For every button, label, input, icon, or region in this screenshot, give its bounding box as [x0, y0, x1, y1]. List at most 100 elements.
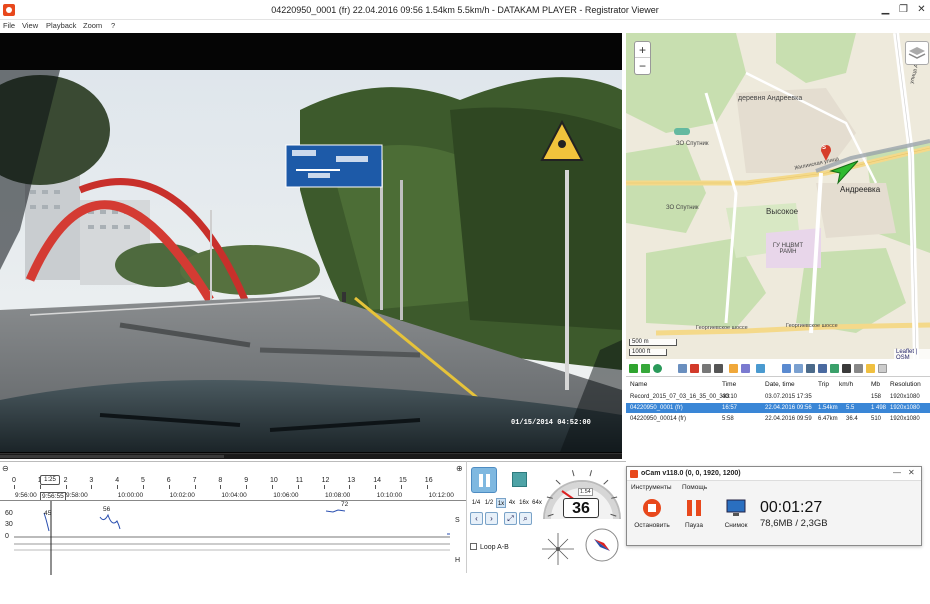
camera-icon[interactable]	[714, 364, 723, 373]
map-label-georgievskoe-2: Георгиевское шоссе	[786, 323, 838, 329]
timeline-time: 10:02:00	[169, 492, 195, 499]
loop-label: Loop A-B	[480, 544, 509, 551]
speed-option[interactable]: 1/2	[483, 498, 495, 508]
col-date[interactable]: Date, time	[765, 380, 795, 390]
minimize-button[interactable]: ▁	[879, 3, 892, 16]
view-icon[interactable]	[782, 364, 791, 373]
stop-button[interactable]	[507, 467, 533, 493]
speed-option[interactable]: 16x	[518, 498, 530, 508]
col-resolution[interactable]: Resolution	[890, 380, 921, 390]
map-label-district: Андреевка	[840, 185, 881, 194]
timeline-tick	[297, 485, 299, 489]
restore-button[interactable]: ❐	[897, 3, 910, 16]
video-icon[interactable]	[806, 364, 815, 373]
timeline-marker[interactable]: 1:25	[40, 475, 60, 485]
col-kmh[interactable]: km/h	[839, 380, 853, 390]
graph-icon[interactable]	[830, 364, 839, 373]
ocam-menu-help[interactable]: Помощь	[682, 484, 707, 491]
timeline-tick	[220, 485, 222, 489]
timeline-number: 13	[347, 477, 356, 484]
ocam-pause-button[interactable]: Пауза	[672, 498, 716, 534]
col-name[interactable]: Name	[630, 380, 647, 390]
map-marker-label: S	[822, 145, 827, 151]
timeline-tick	[426, 485, 428, 489]
speed-option[interactable]: 1/4	[470, 498, 482, 508]
ocam-title: oCam v118.0 (0, 0, 1920, 1200)	[641, 470, 741, 477]
map-label-institute: ГУ НЦВМТ РАМН	[772, 243, 804, 255]
zoom-search-icon[interactable]: ⌕	[519, 512, 532, 525]
ocam-minimize-button[interactable]: —	[893, 468, 901, 477]
video-player[interactable]: 01/15/2014 04:52:00	[0, 33, 622, 459]
fullscreen-icon[interactable]	[842, 364, 851, 373]
menu-view[interactable]: View	[22, 21, 38, 30]
timeline-number: 11	[295, 477, 304, 484]
ocam-window[interactable]: oCam v118.0 (0, 0, 1920, 1200) — ✕ Инстр…	[626, 466, 922, 546]
menu-zoom[interactable]: Zoom	[83, 21, 102, 30]
ocam-elapsed-time: 00:01:27	[760, 499, 823, 516]
timeline-time: 10:12:00	[428, 492, 454, 499]
map-zoom-in-button[interactable]: +	[635, 42, 650, 58]
dashcam-frame	[0, 70, 622, 452]
menu-file[interactable]: File	[3, 21, 15, 30]
map-label-georgievskoe: Георгиевское шоссе	[696, 325, 748, 331]
layout-icon[interactable]	[794, 364, 803, 373]
file-row[interactable]: Record_2015_07_03_16_35_00_333 40:10 03.07…	[626, 392, 930, 402]
col-trip[interactable]: Trip	[818, 380, 829, 390]
map-zoom-out-button[interactable]: −	[635, 58, 650, 74]
menu-playback[interactable]: Playback	[46, 21, 76, 30]
col-mb[interactable]: Mb	[871, 380, 880, 390]
remove-icon[interactable]	[641, 364, 650, 373]
menu-help[interactable]: ?	[111, 21, 115, 30]
ocam-app-icon	[630, 470, 638, 478]
speed-option[interactable]: 4x	[507, 498, 517, 508]
settings-icon[interactable]	[756, 364, 765, 373]
export-icon[interactable]	[729, 364, 738, 373]
file-cell-mb: 510	[871, 416, 882, 422]
video-scrubber[interactable]	[0, 453, 622, 459]
save-icon[interactable]	[702, 364, 711, 373]
timeline-tick	[401, 485, 402, 489]
timeline-tick	[65, 485, 67, 489]
close-button[interactable]: ✕	[915, 3, 928, 16]
prev-frame-button[interactable]: ‹	[470, 512, 483, 525]
refresh-icon[interactable]	[653, 364, 662, 373]
gauge-tick	[603, 479, 609, 485]
copy-icon[interactable]	[678, 364, 687, 373]
map-attribution[interactable]: Leaflet | OSM	[894, 349, 930, 359]
timeline-tick	[91, 485, 93, 489]
next-frame-button[interactable]: ›	[485, 512, 498, 525]
ocam-menu-tools[interactable]: Инструменты	[631, 484, 672, 491]
col-time[interactable]: Time	[722, 380, 736, 390]
file-row[interactable]: 04220950_0001 (fr) 16:57 22.04.2016 09:56 1…	[626, 403, 930, 413]
document-icon[interactable]	[878, 364, 887, 373]
ocam-file-size: 78,6MB / 2,3GB	[760, 518, 828, 529]
file-row[interactable]: 04220950_00014 (fr) 5:58 22.04.2016 09:59 6…	[626, 414, 930, 424]
timeline-scale[interactable]: 0123456789101112131415169:56:009:56:559:…	[0, 462, 466, 501]
loop-ab-checkbox[interactable]: Loop A-B	[470, 543, 509, 551]
timeline-tick	[117, 485, 119, 489]
speed-option[interactable]: 1x	[496, 498, 506, 508]
ocam-stop-button[interactable]: Остановить	[630, 498, 674, 534]
delete-icon[interactable]	[690, 364, 699, 373]
add-icon[interactable]	[629, 364, 638, 373]
import-icon[interactable]	[741, 364, 750, 373]
ocam-close-button[interactable]: ✕	[908, 468, 915, 477]
file-cell-res: 1920x1080	[890, 405, 920, 411]
timeline-time: 10:10:00	[376, 492, 403, 499]
video-timestamp: 01/15/2014 04:52:00	[511, 419, 591, 427]
map-icon[interactable]	[818, 364, 827, 373]
pause-button[interactable]	[471, 467, 497, 493]
map-panel[interactable]: S деревня Андреевка Андреевка Высокое ЗО…	[626, 33, 930, 359]
ocam-snapshot-button[interactable]: Снимок	[714, 498, 758, 534]
timeline-panel[interactable]: ⊖ ⊕ 0123456789101112131415169:56:009:56:…	[0, 461, 466, 575]
loop-checkbox-box[interactable]	[470, 543, 477, 550]
info-icon[interactable]	[854, 364, 863, 373]
timeline-tick	[246, 485, 248, 489]
speed-selector[interactable]: 1/4 1/2 1x 4x 16x 64x	[470, 498, 542, 508]
file-list[interactable]: Name Time Date, time Trip km/h Mb Resolu…	[626, 376, 930, 466]
zoom-fit-button[interactable]: ⤢	[504, 512, 517, 525]
map-layers-icon[interactable]	[905, 41, 929, 65]
folder-icon[interactable]	[866, 364, 875, 373]
pause-record-icon	[684, 498, 704, 518]
gauge-tick	[589, 470, 593, 477]
